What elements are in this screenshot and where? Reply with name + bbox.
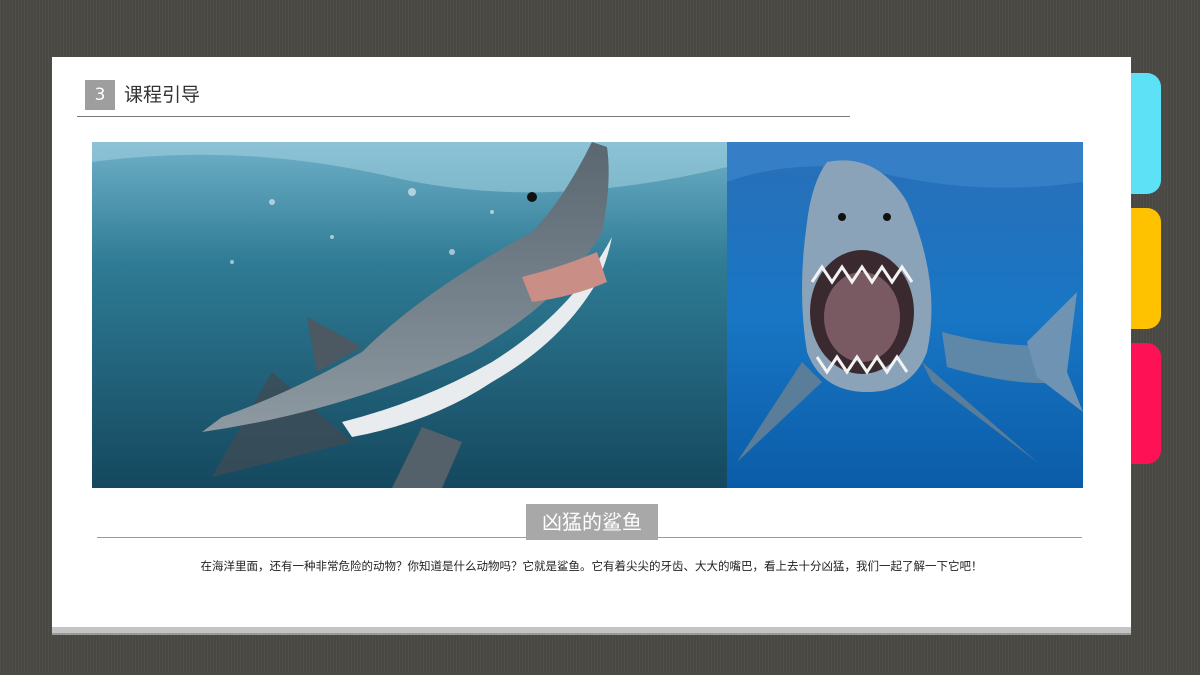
caption-badge: 凶猛的鲨鱼 [526,504,658,540]
shark-photo-right [727,142,1083,488]
slide-card: 3 课程引导 凶猛的鲨鱼 在海洋里面，还有一种非常危险的动物？你知道是什么动物吗… [52,57,1131,627]
section-number-badge: 3 [85,80,115,110]
section-title: 课程引导 [124,84,201,106]
body-paragraph: 在海洋里面，还有一种非常危险的动物？你知道是什么动物吗？它就是鲨鱼。它有着尖尖的… [200,559,983,573]
shark-photo-left [92,142,727,488]
title-underline [77,116,850,117]
